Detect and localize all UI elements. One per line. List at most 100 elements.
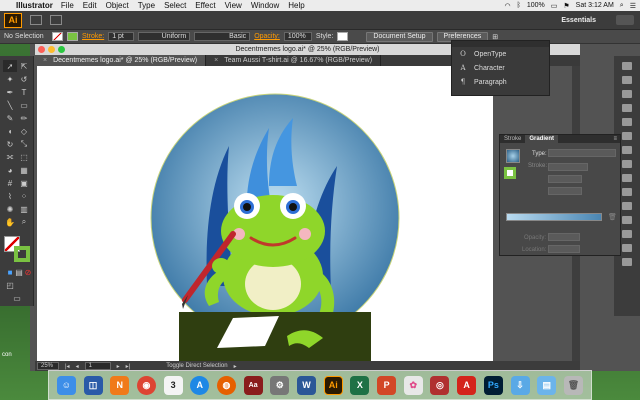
clock[interactable]: Sat 3:12 AM xyxy=(576,2,614,9)
excel-icon[interactable]: X xyxy=(350,375,370,395)
pencil-tool-icon[interactable]: ✏ xyxy=(17,112,31,124)
system-preferences-icon[interactable]: ⚙ xyxy=(270,375,290,395)
eraser-tool-icon[interactable]: ◇ xyxy=(17,125,31,137)
artboards-panel-icon[interactable] xyxy=(622,230,632,238)
menu-app-name[interactable]: Illustrator xyxy=(16,1,53,10)
links-panel-icon[interactable] xyxy=(622,244,632,252)
frog-right-pupil[interactable] xyxy=(289,203,297,211)
transparency-panel-icon[interactable] xyxy=(622,160,632,168)
bluetooth-icon[interactable]: ᛒ xyxy=(517,2,521,9)
wifi-icon[interactable]: ◠ xyxy=(505,2,511,10)
gradient-slider[interactable] xyxy=(506,213,602,221)
layers-panel-icon[interactable] xyxy=(622,216,632,224)
libraries-panel-icon[interactable] xyxy=(622,258,632,266)
scale-tool-icon[interactable]: ⤡ xyxy=(17,138,31,150)
battery-icon[interactable]: ▭ xyxy=(551,2,558,10)
close-tab-icon[interactable]: × xyxy=(214,57,218,64)
appearance-panel-icon[interactable] xyxy=(622,146,632,154)
document-setup-button[interactable]: Document Setup xyxy=(366,31,433,42)
mesh-tool-icon[interactable]: # xyxy=(3,177,17,189)
powerpoint-icon[interactable]: P xyxy=(377,375,397,395)
zoom-tool-icon[interactable]: ⌕ xyxy=(17,216,31,228)
menu-file[interactable]: File xyxy=(61,1,74,10)
documents-folder-icon[interactable]: ▤ xyxy=(537,375,557,395)
first-artboard-icon[interactable]: |◂ xyxy=(65,363,70,370)
stroke-panel-link[interactable]: Stroke: xyxy=(82,33,104,40)
menu-select[interactable]: Select xyxy=(164,1,186,10)
tab-stroke[interactable]: Stroke xyxy=(500,136,525,142)
previous-artboard-icon[interactable]: ◂ xyxy=(76,363,79,370)
photo-booth-icon[interactable]: ◎ xyxy=(430,375,450,395)
frog-logo-artwork[interactable] xyxy=(37,66,493,361)
swatches-panel-icon[interactable] xyxy=(622,90,632,98)
opacity-field[interactable]: 100% xyxy=(283,32,312,41)
menu-help[interactable]: Help xyxy=(288,1,304,10)
opacity-panel-link[interactable]: Opacity: xyxy=(254,33,280,40)
screen-mode-icon[interactable]: ▭ xyxy=(10,292,24,304)
tab-decentmemes-logo[interactable]: × Decentmemes logo.ai* @ 25% (RGB/Previe… xyxy=(35,55,207,66)
drawing-mode-icon[interactable]: ◰ xyxy=(3,279,17,291)
finder-icon[interactable]: ☺ xyxy=(56,375,76,395)
lasso-tool-icon[interactable]: ↺ xyxy=(17,73,31,85)
minimize-window-icon[interactable] xyxy=(48,46,55,53)
blend-tool-icon[interactable]: ⁘ xyxy=(17,190,31,202)
menu-edit[interactable]: Edit xyxy=(83,1,97,10)
rectangle-tool-icon[interactable]: ▭ xyxy=(17,99,31,111)
symbol-sprayer-tool-icon[interactable]: ✺ xyxy=(3,203,17,215)
chrome-icon[interactable]: ◉ xyxy=(136,375,156,395)
tab-gradient[interactable]: Gradient xyxy=(525,135,559,143)
eyedropper-tool-icon[interactable]: ⌇ xyxy=(3,190,17,202)
desktop-file[interactable]: con xyxy=(2,352,28,366)
notability-icon[interactable]: N xyxy=(110,375,130,395)
transform-panel-icon[interactable] xyxy=(622,202,632,210)
variable-width-profile[interactable]: Uniform xyxy=(138,32,191,41)
perspective-grid-tool-icon[interactable]: ▦ xyxy=(17,164,31,176)
symbols-panel-icon[interactable] xyxy=(622,118,632,126)
tab-team-aussi-tshirt[interactable]: × Team Aussi T-shirt.ai @ 16.67% (RGB/Pr… xyxy=(206,55,382,66)
spotlight-icon[interactable]: ⌕ xyxy=(620,2,624,10)
gradient-preview-swatch[interactable] xyxy=(506,149,520,163)
photoshop-icon[interactable]: Ps xyxy=(483,375,503,395)
close-window-icon[interactable] xyxy=(38,46,45,53)
downloads-folder-icon[interactable]: ⇩ xyxy=(510,375,530,395)
rotate-tool-icon[interactable]: ↻ xyxy=(3,138,17,150)
align-panel-icon[interactable] xyxy=(622,174,632,182)
gradient-stroke-option[interactable] xyxy=(548,163,588,171)
stroke-color-swatch[interactable] xyxy=(14,246,30,262)
blob-brush-tool-icon[interactable]: ◖ xyxy=(3,125,17,137)
gradient-tool-icon[interactable]: ▣ xyxy=(17,177,31,189)
search-help-field[interactable] xyxy=(616,15,634,25)
menu-object[interactable]: Object xyxy=(106,1,129,10)
pathfinder-panel-icon[interactable] xyxy=(622,188,632,196)
gradient-aspect-field[interactable] xyxy=(548,187,582,195)
preview-icon[interactable]: ◫ xyxy=(83,375,103,395)
status-text[interactable]: Toggle Direct Selection xyxy=(166,363,227,369)
magic-wand-tool-icon[interactable]: ✦ xyxy=(3,73,17,85)
acrobat-icon[interactable]: A xyxy=(457,375,477,395)
graph-tool-icon[interactable]: ▥ xyxy=(17,203,31,215)
frog-left-hand[interactable] xyxy=(212,258,230,274)
illustrator-icon[interactable]: Ai xyxy=(323,375,343,395)
paintbrush-tool-icon[interactable]: ✎ xyxy=(3,112,17,124)
flag-icon[interactable]: ⚑ xyxy=(563,2,569,10)
bridge-icon[interactable] xyxy=(30,15,42,25)
frog-left-pupil[interactable] xyxy=(243,203,251,211)
fill-stroke-widget[interactable] xyxy=(4,236,30,262)
status-menu-icon[interactable]: ▸ xyxy=(234,363,237,370)
frog-right-cheek[interactable] xyxy=(299,228,311,240)
gradient-angle-field[interactable] xyxy=(548,175,582,183)
type-tool-icon[interactable]: T xyxy=(17,86,31,98)
line-tool-icon[interactable]: ╲ xyxy=(3,99,17,111)
next-artboard-icon[interactable]: ▸ xyxy=(117,363,120,370)
zoom-window-icon[interactable] xyxy=(58,46,65,53)
menu-effect[interactable]: Effect xyxy=(195,1,215,10)
stroke-weight-field[interactable]: 1 pt xyxy=(108,32,135,41)
pen-tool-icon[interactable]: ✒ xyxy=(3,86,17,98)
menu-view[interactable]: View xyxy=(225,1,242,10)
color-panel-icon[interactable] xyxy=(622,62,632,70)
graphic-styles-icon[interactable] xyxy=(622,132,632,140)
gradient-location-field[interactable] xyxy=(548,245,580,253)
close-tab-icon[interactable]: × xyxy=(43,57,47,64)
character-panel-item[interactable]: A Character xyxy=(452,61,549,75)
artboard-number-field[interactable]: 1 xyxy=(84,362,111,370)
